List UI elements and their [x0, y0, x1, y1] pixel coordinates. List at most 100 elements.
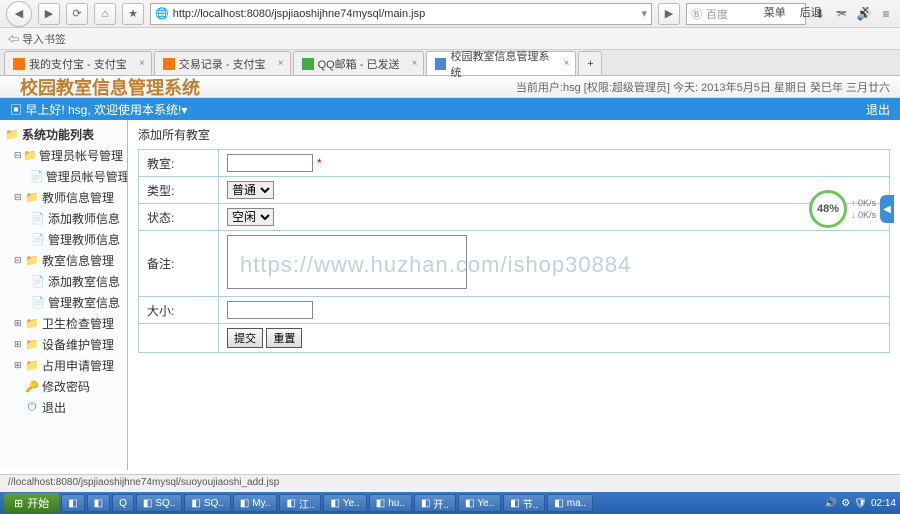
tree-password[interactable]: 🔑修改密码 — [0, 376, 127, 397]
task-item[interactable]: ◧ ma.. — [547, 494, 593, 512]
tree-classroom[interactable]: ⊟📁教室信息管理 — [0, 250, 127, 271]
app-user-info: 当前用户:hsg [权限:超级管理员] 今天: 2013年5月5日 星期日 癸巳… — [516, 79, 890, 95]
task-item[interactable]: ◧ SQ.. — [136, 494, 182, 512]
tab-qqmail[interactable]: QQ邮箱 - 已发送× — [293, 51, 425, 75]
taskbar: ⊞ 开始 ◧ ◧ Q ◧ SQ.. ◧ SQ.. ◧ My.. ◧ 江.. ◧ … — [0, 492, 900, 514]
input-classroom[interactable] — [227, 154, 313, 172]
label-status: 状态: — [139, 204, 219, 231]
textarea-remark[interactable] — [227, 235, 467, 289]
task-item[interactable]: ◧ Ye.. — [323, 494, 366, 512]
page-icon: 📄 — [30, 212, 46, 226]
tray-icon[interactable]: ⚙ — [841, 498, 850, 509]
speed-widget: 48% ↑ 0K/s ↓ 0K/s ◀ — [809, 190, 894, 228]
min-label[interactable]: 一 — [836, 4, 847, 20]
forward-button[interactable]: ▶ — [38, 3, 60, 25]
tree-teacher[interactable]: ⊟📁教师信息管理 — [0, 187, 127, 208]
status-bar: //localhost:8080/jspjiaoshijhne74mysql/s… — [0, 474, 900, 492]
task-item[interactable]: ◧ 开.. — [414, 494, 456, 512]
tab-strip: 我的支付宝 - 支付宝× 交易记录 - 支付宝× QQ邮箱 - 已发送× 校园教… — [0, 50, 900, 76]
reload-button[interactable]: ⟳ — [66, 3, 88, 25]
favicon-icon — [435, 58, 446, 70]
task-item[interactable]: ◧ My.. — [233, 494, 278, 512]
go-button[interactable]: ▶ — [658, 3, 680, 25]
task-item[interactable]: Q — [112, 494, 134, 512]
back-button[interactable]: ◀ — [6, 1, 32, 27]
star-button[interactable]: ★ — [122, 3, 144, 25]
menu-label[interactable]: 菜单 — [764, 4, 786, 20]
tab-alipay-2[interactable]: 交易记录 - 支付宝× — [154, 51, 291, 75]
reset-button[interactable]: 重置 — [266, 328, 302, 348]
home-button[interactable]: ⌂ — [94, 3, 116, 25]
folder-icon: 📁 — [4, 128, 20, 142]
back-label[interactable]: 后退 — [800, 4, 822, 20]
speed-percent[interactable]: 48% — [809, 190, 847, 228]
tree-teacher-add[interactable]: 📄添加教师信息 — [0, 208, 127, 229]
favicon-icon — [302, 58, 314, 70]
expand-button[interactable]: ◀ — [880, 195, 894, 223]
folder-icon: 📁 — [24, 254, 40, 268]
tree-classroom-add[interactable]: 📄添加教室信息 — [0, 271, 127, 292]
select-type[interactable]: 普通 — [227, 181, 274, 199]
tree-classroom-manage[interactable]: 📄管理教室信息 — [0, 292, 127, 313]
task-item[interactable]: ◧ 江.. — [279, 494, 321, 512]
folder-icon: 📁 — [24, 317, 40, 331]
search-placeholder: 百度 — [706, 6, 728, 22]
label-type: 类型: — [139, 177, 219, 204]
url-text: http://localhost:8080/jspjiaoshijhne74my… — [173, 8, 426, 20]
key-icon: 🔑 — [24, 380, 40, 394]
select-status[interactable]: 空闲 — [227, 208, 274, 226]
dropdown-icon[interactable]: ▾ — [641, 7, 647, 20]
folder-icon: 📁 — [24, 191, 40, 205]
import-bookmark[interactable]: ⇦ 导入书签 — [8, 31, 66, 47]
exit-icon: ⏻ — [24, 401, 40, 415]
tree-admin-manage[interactable]: 📄管理员帐号管理 — [0, 166, 127, 187]
tree-device[interactable]: ⊞📁设备维护管理 — [0, 334, 127, 355]
label-classroom: 教室: — [139, 150, 219, 177]
tree-occupy[interactable]: ⊞📁占用申请管理 — [0, 355, 127, 376]
submit-button[interactable]: 提交 — [227, 328, 263, 348]
speed-stats: ↑ 0K/s ↓ 0K/s — [851, 197, 876, 221]
favicon-icon — [163, 58, 175, 70]
clock: 02:14 — [871, 498, 896, 509]
label-size: 大小: — [139, 297, 219, 324]
task-item[interactable]: ◧ Ye.. — [458, 494, 501, 512]
favicon-icon — [13, 58, 25, 70]
tray-icon[interactable]: 🛡 — [854, 498, 867, 509]
more-icon[interactable]: ≡ — [878, 6, 894, 22]
content-pane: 添加所有教室 教室: * 类型: 普通 状态: 空闲 备注: 大小: — [128, 120, 900, 470]
task-item[interactable]: ◧ — [87, 494, 110, 512]
welcome-text: ▣ 早上好! hsg, 欢迎使用本系统!▾ — [10, 101, 187, 118]
tray-icon[interactable]: 🔊 — [825, 498, 837, 509]
tab-classroom[interactable]: 校园教室信息管理系统× — [426, 51, 576, 75]
tree-exit[interactable]: ⏻退出 — [0, 397, 127, 418]
close-icon[interactable]: × — [139, 58, 145, 69]
tree-hygiene[interactable]: ⊞📁卫生检查管理 — [0, 313, 127, 334]
page-icon: 📄 — [30, 296, 46, 310]
page-icon: 📄 — [30, 170, 44, 184]
new-tab-button[interactable]: + — [578, 51, 602, 75]
logout-link[interactable]: 退出 — [866, 101, 890, 118]
system-tray[interactable]: 🔊 ⚙ 🛡 02:14 — [825, 498, 896, 509]
page-icon: 📄 — [30, 233, 46, 247]
label-remark: 备注: — [139, 231, 219, 297]
input-size[interactable] — [227, 301, 313, 319]
tree-root[interactable]: 📁系统功能列表 — [0, 124, 127, 145]
start-button[interactable]: ⊞ 开始 — [4, 493, 59, 513]
close-label[interactable]: ✕ — [861, 4, 870, 20]
close-icon[interactable]: × — [278, 58, 284, 69]
tree-teacher-manage[interactable]: 📄管理教师信息 — [0, 229, 127, 250]
search-engine-icon: Ⓑ — [691, 6, 702, 22]
task-item[interactable]: ◧ hu.. — [369, 494, 412, 512]
tree-admin[interactable]: ⊟📁管理员帐号管理 — [0, 145, 127, 166]
task-item[interactable]: ◧ 节.. — [503, 494, 545, 512]
task-item[interactable]: ◧ — [61, 494, 84, 512]
main-area: 📁系统功能列表 ⊟📁管理员帐号管理 📄管理员帐号管理 ⊟📁教师信息管理 📄添加教… — [0, 120, 900, 470]
globe-icon: 🌐 — [155, 7, 169, 20]
tab-alipay-1[interactable]: 我的支付宝 - 支付宝× — [4, 51, 152, 75]
welcome-bar: ▣ 早上好! hsg, 欢迎使用本系统!▾ 退出 — [0, 98, 900, 120]
url-bar[interactable]: 🌐 http://localhost:8080/jspjiaoshijhne74… — [150, 3, 652, 25]
page-icon: 📄 — [30, 275, 46, 289]
close-icon[interactable]: × — [412, 58, 418, 69]
task-item[interactable]: ◧ SQ.. — [184, 494, 230, 512]
close-icon[interactable]: × — [564, 58, 570, 69]
